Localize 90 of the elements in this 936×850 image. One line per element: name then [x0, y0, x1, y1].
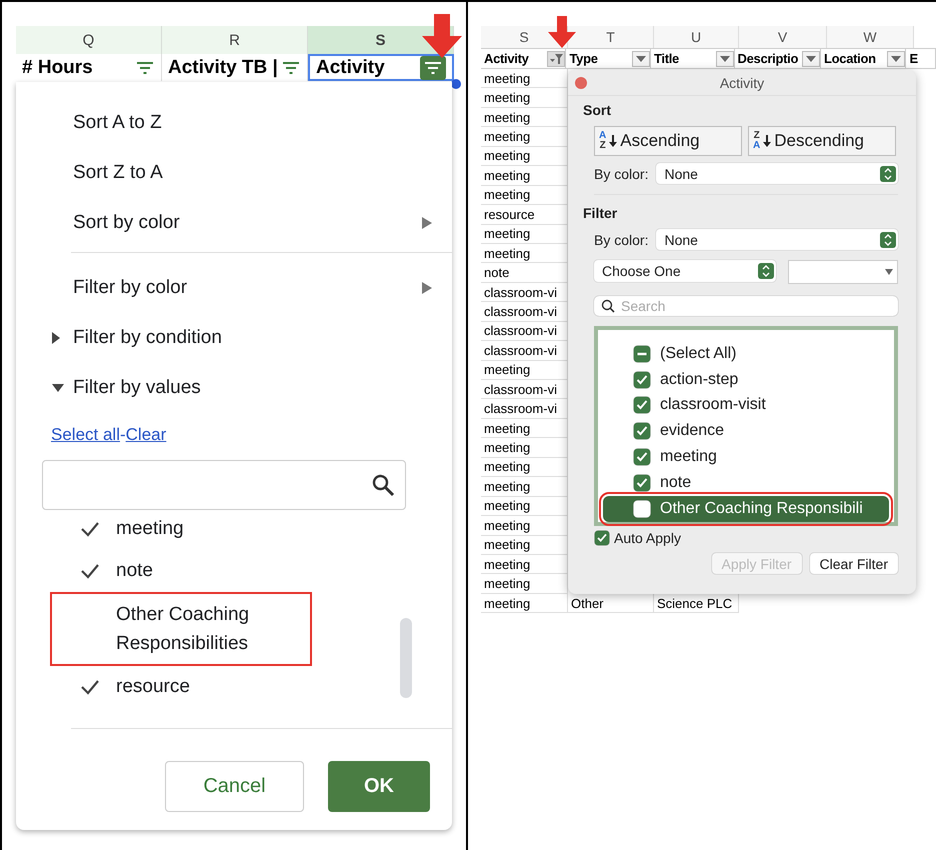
checkbox-label: Auto Apply	[614, 530, 681, 546]
check-icon	[80, 521, 100, 537]
down-arrow-icon	[609, 135, 618, 147]
value-option[interactable]: classroom-visit	[603, 392, 889, 418]
condition-select[interactable]: Choose One	[594, 260, 776, 282]
stepper-icon	[880, 232, 896, 248]
column-header[interactable]: T	[568, 26, 654, 48]
dropdown-icon[interactable]	[632, 50, 650, 66]
checkbox[interactable]	[633, 500, 651, 518]
caret-icon	[52, 384, 64, 392]
dialog-title: Activity	[720, 74, 764, 90]
value-option[interactable]: meeting	[16, 510, 452, 548]
dropdown-icon[interactable]	[716, 50, 734, 66]
field-label: By color:	[594, 166, 648, 182]
search-icon	[601, 299, 615, 313]
menu-item[interactable]: Sort by color	[16, 198, 452, 248]
cancel-button[interactable]: Cancel	[165, 761, 304, 812]
value-option[interactable]: evidence	[603, 418, 889, 444]
column-header[interactable]: W	[827, 26, 914, 48]
menu-item[interactable]: Filter by color	[16, 263, 452, 313]
value-option[interactable]: Other Coaching Responsibili	[603, 496, 889, 522]
column-header[interactable]: V	[739, 26, 827, 48]
caret-icon	[885, 269, 893, 275]
header-text: Title	[654, 51, 679, 66]
column-header[interactable]: U	[654, 26, 739, 48]
dropdown-icon[interactable]	[802, 50, 820, 66]
column-header[interactable]: Q	[16, 26, 162, 54]
checkbox[interactable]	[633, 474, 651, 492]
value-option[interactable]: note	[16, 552, 452, 590]
checkbox[interactable]	[594, 530, 610, 546]
header-text: Type	[569, 51, 598, 66]
selection-handle[interactable]	[451, 79, 461, 89]
check-icon	[80, 563, 100, 579]
checkbox[interactable]	[633, 396, 651, 414]
clear-filter-button[interactable]: Clear Filter	[810, 553, 898, 574]
header-text: Descriptio	[738, 51, 798, 66]
select-all-link[interactable]: Select all	[51, 425, 120, 445]
menu-item[interactable]: Filter by condition	[16, 313, 452, 363]
cell-text: Activity	[316, 56, 385, 78]
down-arrow-icon	[763, 135, 772, 147]
search-input[interactable]: Search	[619, 297, 898, 315]
filter-icon[interactable]	[420, 56, 446, 80]
color-select[interactable]: None	[656, 229, 898, 250]
value-option[interactable]: (Select All)	[603, 341, 889, 367]
value-option[interactable]: Other Coaching Responsibilities	[52, 594, 310, 664]
section-label: Filter	[583, 205, 618, 221]
table-cell: meeting	[481, 594, 568, 614]
search-icon	[371, 473, 395, 497]
sort-button[interactable]: A Z Ascending	[594, 126, 742, 156]
scrollbar[interactable]	[400, 618, 412, 698]
submenu-arrow-icon	[422, 282, 432, 294]
menu-item[interactable]: Sort Z to A	[16, 148, 452, 198]
value-option[interactable]: note	[603, 470, 889, 496]
table-cell: meeting	[481, 69, 568, 88]
sort-button[interactable]: Z A Descending	[748, 126, 896, 156]
value-option[interactable]: resource	[16, 668, 452, 706]
value-option[interactable]: action-step	[603, 366, 889, 393]
check-icon	[80, 679, 100, 695]
filter-icon[interactable]	[547, 50, 566, 66]
field-label: By color:	[594, 232, 648, 248]
submenu-arrow-icon	[422, 217, 432, 229]
header-text: Location	[824, 51, 876, 66]
ok-button[interactable]: OK	[328, 761, 430, 812]
column-header[interactable]: R	[162, 26, 308, 54]
link-separator: -	[120, 425, 126, 445]
checkbox[interactable]	[633, 344, 651, 363]
stepper-icon	[880, 166, 896, 182]
cell-text: # Hours	[22, 56, 93, 78]
close-button[interactable]	[575, 77, 587, 89]
filter-icon[interactable]	[281, 60, 301, 74]
caret-icon	[52, 332, 60, 344]
checkbox[interactable]	[633, 370, 651, 389]
menu-item[interactable]: Filter by values	[16, 363, 452, 413]
section-label: Sort	[583, 102, 612, 118]
search-field[interactable]: Search	[594, 296, 898, 316]
color-select[interactable]: None	[656, 163, 898, 184]
down-arrow-icon	[420, 14, 464, 58]
checkbox[interactable]	[633, 448, 651, 466]
stepper-icon	[758, 263, 774, 279]
checkbox[interactable]	[633, 422, 651, 440]
search-field[interactable]	[42, 460, 406, 510]
dropdown-icon[interactable]	[887, 50, 906, 66]
down-arrow-icon	[547, 16, 577, 48]
value-option[interactable]: meeting	[603, 444, 889, 470]
filter-icon[interactable]	[135, 60, 155, 74]
header-text: Activity	[484, 51, 529, 66]
clear-link[interactable]: Clear	[126, 425, 166, 445]
cell-text: Activity TB |	[168, 56, 278, 78]
header-text: E	[909, 51, 918, 66]
menu-item[interactable]: Sort A to Z	[16, 98, 452, 148]
